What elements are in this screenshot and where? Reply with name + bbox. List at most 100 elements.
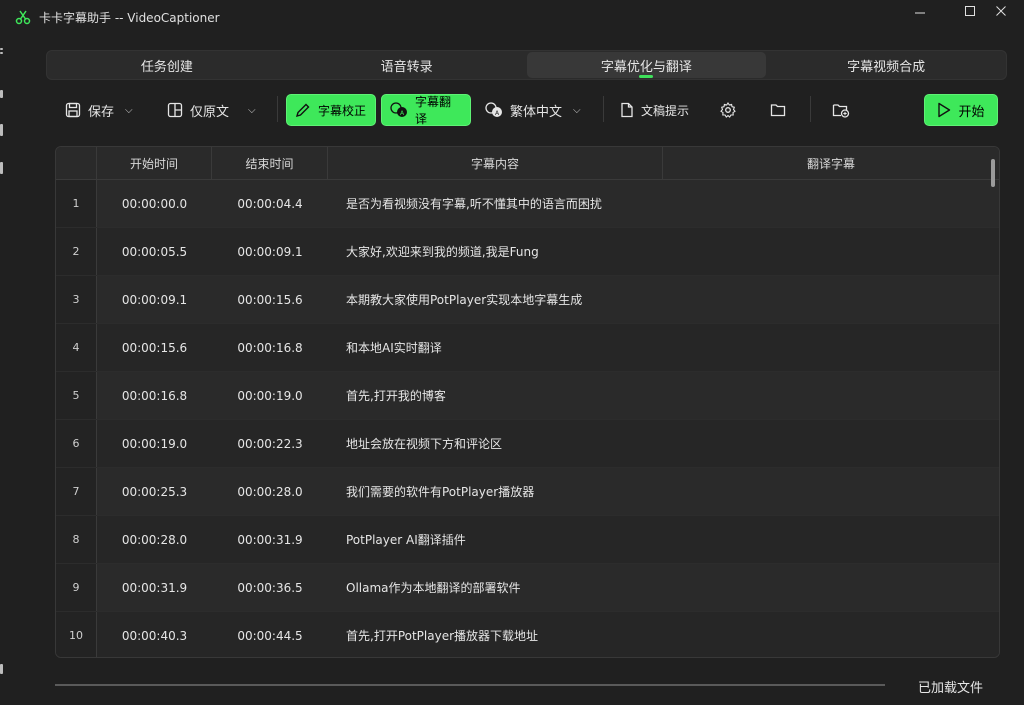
target-language-dropdown[interactable]: A 繁体中文 ⌵: [485, 94, 581, 126]
row-number: 5: [56, 372, 97, 419]
save-icon: [65, 102, 81, 118]
left-edge: [0, 40, 6, 700]
row-number: 6: [56, 420, 97, 467]
layout-dropdown[interactable]: 仅原文 ⌵: [167, 94, 256, 126]
prompt-label: 文稿提示: [641, 103, 690, 118]
end-time-cell[interactable]: 00:00:22.3: [212, 420, 328, 467]
translation-cell[interactable]: [663, 468, 999, 515]
table-row[interactable]: 6 00:00:19.0 00:00:22.3 地址会放在视频下方和评论区: [56, 420, 999, 468]
start-time-cell[interactable]: 00:00:05.5: [97, 228, 212, 275]
start-time-cell[interactable]: 00:00:40.3: [97, 612, 212, 657]
start-button[interactable]: 开始: [924, 94, 998, 126]
subtitle-text-cell[interactable]: 是否为看视频没有字幕,听不懂其中的语言而困扰: [328, 180, 663, 227]
start-time-cell[interactable]: 00:00:31.9: [97, 564, 212, 611]
table-row[interactable]: 3 00:00:09.1 00:00:15.6 本期教大家使用PotPlayer实现本…: [56, 276, 999, 324]
subtitle-translate-button[interactable]: A 字幕翻译: [381, 94, 471, 126]
tab-task-create[interactable]: 任务创建: [47, 51, 287, 79]
start-label: 开始: [958, 104, 985, 120]
open-folder-button[interactable]: [770, 94, 786, 126]
status-text: 已加载文件: [918, 681, 984, 696]
row-number: 7: [56, 468, 97, 515]
start-time-cell[interactable]: 00:00:19.0: [97, 420, 212, 467]
end-time-cell[interactable]: 00:00:04.4: [212, 180, 328, 227]
start-time-cell[interactable]: 00:00:09.1: [97, 276, 212, 323]
folder-add-icon: [832, 104, 850, 118]
translation-cell[interactable]: [663, 372, 999, 419]
end-time-cell[interactable]: 00:00:09.1: [212, 228, 328, 275]
translation-cell[interactable]: [663, 276, 999, 323]
save-button[interactable]: 保存 ⌵: [65, 94, 133, 126]
end-time-cell[interactable]: 00:00:19.0: [212, 372, 328, 419]
row-number: 4: [56, 324, 97, 371]
table-row[interactable]: 7 00:00:25.3 00:00:28.0 我们需要的软件有PotPlayer播放…: [56, 468, 999, 516]
layout-icon: [167, 102, 183, 118]
translation-cell[interactable]: [663, 228, 999, 275]
column-header[interactable]: 翻译字幕: [663, 147, 999, 179]
corner-header: [56, 147, 97, 179]
folder-icon: [770, 104, 786, 117]
chevron-down-icon: ⌵: [125, 104, 133, 116]
start-time-cell[interactable]: 00:00:16.8: [97, 372, 212, 419]
toolbar: 保存 ⌵ 仅原文 ⌵ 字幕校正 A 字幕翻译 A 繁体中文 ⌵ 文稿提示 开始: [55, 92, 1000, 128]
end-time-cell[interactable]: 00:00:31.9: [212, 516, 328, 563]
subtitle-text-cell[interactable]: 我们需要的软件有PotPlayer播放器: [328, 468, 663, 515]
table-header: 开始时间 结束时间 字幕内容 翻译字幕: [56, 147, 999, 180]
table-row[interactable]: 2 00:00:05.5 00:00:09.1 大家好,欢迎来到我的频道,我是Fung: [56, 228, 999, 276]
translation-cell[interactable]: [663, 180, 999, 227]
subtitle-text-cell[interactable]: 首先,打开我的博客: [328, 372, 663, 419]
column-header[interactable]: 结束时间: [212, 147, 328, 179]
table-row[interactable]: 1 00:00:00.0 00:00:04.4 是否为看视频没有字幕,听不懂其中的语言…: [56, 180, 999, 228]
subtitle-text-cell[interactable]: 本期教大家使用PotPlayer实现本地字幕生成: [328, 276, 663, 323]
column-header[interactable]: 字幕内容: [328, 147, 663, 179]
add-file-button[interactable]: [832, 94, 850, 126]
tab-bar: 任务创建 语音转录 字幕优化与翻译 字幕视频合成: [46, 50, 1007, 80]
table-row[interactable]: 10 00:00:40.3 00:00:44.5 首先,打开PotPlayer播放器下…: [56, 612, 999, 657]
start-time-cell[interactable]: 00:00:00.0: [97, 180, 212, 227]
translation-cell[interactable]: [663, 564, 999, 611]
close-button[interactable]: [978, 0, 1024, 22]
tab-transcribe[interactable]: 语音转录: [287, 51, 527, 79]
translation-cell[interactable]: [663, 420, 999, 467]
start-time-cell[interactable]: 00:00:15.6: [97, 324, 212, 371]
tab-video-synthesis[interactable]: 字幕视频合成: [766, 51, 1006, 79]
subtitle-text-cell[interactable]: 地址会放在视频下方和评论区: [328, 420, 663, 467]
pencil-icon: [295, 103, 310, 118]
end-time-cell[interactable]: 00:00:16.8: [212, 324, 328, 371]
window-title: 卡卡字幕助手 -- VideoCaptioner: [39, 11, 220, 25]
table-row[interactable]: 4 00:00:15.6 00:00:16.8 和本地AI实时翻译: [56, 324, 999, 372]
row-number: 9: [56, 564, 97, 611]
tab-optimize-translate[interactable]: 字幕优化与翻译: [526, 52, 767, 78]
subtitle-text-cell[interactable]: 首先,打开PotPlayer播放器下载地址: [328, 612, 663, 657]
row-number: 10: [56, 612, 97, 657]
column-header[interactable]: 开始时间: [97, 147, 212, 179]
table-row[interactable]: 9 00:00:31.9 00:00:36.5 Ollama作为本地翻译的部署软件: [56, 564, 999, 612]
subtitle-text-cell[interactable]: PotPlayer AI翻译插件: [328, 516, 663, 563]
subtitle-text-cell[interactable]: 大家好,欢迎来到我的频道,我是Fung: [328, 228, 663, 275]
document-icon: [621, 102, 633, 118]
subtitle-correct-button[interactable]: 字幕校正: [286, 94, 376, 126]
end-time-cell[interactable]: 00:00:44.5: [212, 612, 328, 657]
translation-cell[interactable]: [663, 324, 999, 371]
tab-label: 任务创建: [140, 59, 193, 75]
subtitle-text-cell[interactable]: 和本地AI实时翻译: [328, 324, 663, 371]
subtitle-text-cell[interactable]: Ollama作为本地翻译的部署软件: [328, 564, 663, 611]
end-time-cell[interactable]: 00:00:36.5: [212, 564, 328, 611]
maximize-icon: [965, 6, 975, 16]
translation-cell[interactable]: [663, 516, 999, 563]
table-row[interactable]: 5 00:00:16.8 00:00:19.0 首先,打开我的博客: [56, 372, 999, 420]
start-time-cell[interactable]: 00:00:25.3: [97, 468, 212, 515]
translation-cell[interactable]: [663, 612, 999, 657]
start-time-cell[interactable]: 00:00:28.0: [97, 516, 212, 563]
document-prompt-button[interactable]: 文稿提示: [620, 94, 689, 126]
tab-label: 字幕视频合成: [847, 59, 926, 75]
row-number: 2: [56, 228, 97, 275]
end-time-cell[interactable]: 00:00:28.0: [212, 468, 328, 515]
minimize-button[interactable]: [897, 0, 943, 22]
settings-button[interactable]: [720, 94, 736, 126]
language-label: 繁体中文: [510, 104, 563, 120]
scrollbar[interactable]: [991, 159, 995, 187]
correct-label: 字幕校正: [318, 103, 367, 118]
end-time-cell[interactable]: 00:00:15.6: [212, 276, 328, 323]
table-row[interactable]: 8 00:00:28.0 00:00:31.9 PotPlayer AI翻译插件: [56, 516, 999, 564]
save-label: 保存: [88, 104, 115, 120]
